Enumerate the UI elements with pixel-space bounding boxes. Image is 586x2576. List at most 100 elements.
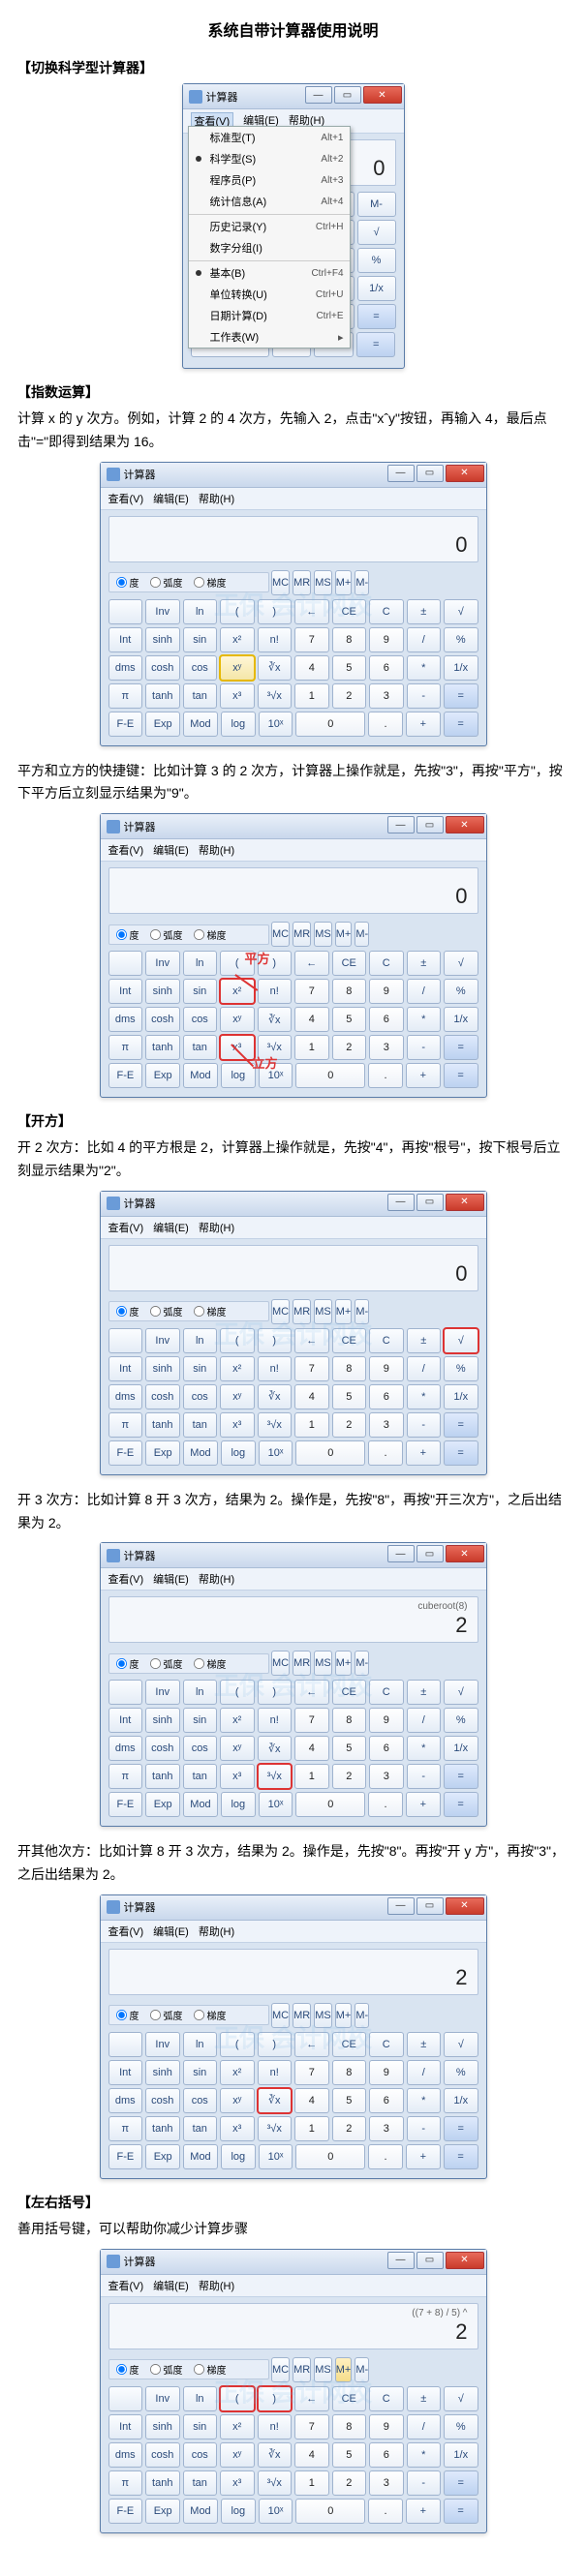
key-←[interactable]: ← [294, 599, 329, 624]
key-sinh[interactable]: sinh [145, 627, 180, 652]
key-([interactable]: ( [220, 2386, 255, 2411]
maximize-button[interactable]: ▭ [416, 816, 444, 833]
key-mr[interactable]: MR [293, 2357, 311, 2382]
key-tan[interactable]: tan [183, 1764, 218, 1789]
key-eq[interactable]: = [444, 2499, 478, 2524]
key-xʸ[interactable]: xʸ [220, 1007, 255, 1032]
key-log[interactable]: log [221, 1792, 256, 1817]
key-8[interactable]: 8 [332, 2060, 367, 2085]
key-)[interactable]: ) [258, 951, 293, 976]
key-%[interactable]: % [444, 2414, 478, 2440]
key-cosh[interactable]: cosh [145, 2088, 180, 2113]
key-2[interactable]: 2 [332, 683, 367, 709]
menu-help[interactable]: 帮助(H) [199, 1924, 234, 1939]
radio-grad[interactable]: 梯度 [193, 2008, 227, 2022]
key-log[interactable]: log [221, 1440, 256, 1466]
key-sin[interactable]: sin [183, 1356, 218, 1381]
key-4[interactable]: 4 [294, 1007, 329, 1032]
key-ln[interactable]: ln [183, 599, 218, 624]
key-3[interactable]: 3 [369, 2470, 404, 2496]
key-xʸ[interactable]: xʸ [220, 2088, 255, 2113]
key-3[interactable]: 3 [369, 683, 404, 709]
menu-item-grouping[interactable]: 数字分组(I) [189, 237, 350, 258]
key--[interactable]: - [407, 2470, 442, 2496]
key-sqrt[interactable]: √ [357, 220, 396, 245]
key-4[interactable]: 4 [294, 1736, 329, 1761]
key-sinh[interactable]: sinh [145, 1356, 180, 1381]
key-7[interactable]: 7 [294, 1356, 329, 1381]
key-*[interactable]: * [407, 1384, 442, 1409]
key-dms[interactable]: dms [108, 1736, 143, 1761]
key-n![interactable]: n! [258, 979, 293, 1004]
key-add[interactable]: + [406, 1792, 441, 1817]
key-2[interactable]: 2 [332, 1764, 367, 1789]
key-)[interactable]: ) [258, 599, 293, 624]
key-√[interactable]: √ [444, 1328, 478, 1353]
key-tanh[interactable]: tanh [145, 1764, 180, 1789]
minimize-button[interactable]: — [387, 816, 415, 833]
key-)[interactable]: ) [258, 2386, 293, 2411]
key-x²[interactable]: x² [220, 1356, 255, 1381]
key-ln[interactable]: ln [183, 1680, 218, 1705]
radio-deg[interactable]: 度 [115, 2008, 139, 2022]
key-dot[interactable]: . [368, 1063, 403, 1088]
key-add[interactable]: + [406, 712, 441, 737]
menu-view[interactable]: 查看(V) [108, 1924, 144, 1939]
key-tan[interactable]: tan [183, 1412, 218, 1438]
key-m-[interactable]: M- [355, 2003, 369, 2028]
key-dot[interactable]: . [368, 1440, 403, 1466]
key-mminus[interactable]: M- [357, 192, 396, 217]
minimize-button[interactable]: — [387, 1194, 415, 1211]
key-sin[interactable]: sin [183, 979, 218, 1004]
key-Int[interactable]: Int [108, 627, 143, 652]
key-10ˣ[interactable]: 10ˣ [259, 2144, 293, 2169]
key-6[interactable]: 6 [369, 1384, 404, 1409]
key-1/x[interactable]: 1/x [444, 2442, 478, 2468]
key-m-[interactable]: M- [355, 1651, 369, 1676]
key-CE[interactable]: CE [332, 2386, 367, 2411]
radio-rad[interactable]: 弧度 [149, 575, 183, 590]
key-5[interactable]: 5 [332, 1007, 367, 1032]
key-6[interactable]: 6 [369, 1736, 404, 1761]
key-%[interactable]: % [444, 1708, 478, 1733]
key-1[interactable]: 1 [294, 683, 329, 709]
minimize-button[interactable]: — [305, 86, 332, 104]
key-0[interactable]: 0 [295, 1792, 365, 1817]
key-7[interactable]: 7 [294, 2060, 329, 2085]
key-³√x[interactable]: ³√x [258, 1764, 293, 1789]
key-mr[interactable]: MR [293, 570, 311, 595]
key-0[interactable]: 0 [295, 2499, 365, 2524]
key-F-E[interactable]: F-E [108, 2499, 143, 2524]
key-recip[interactable]: 1/x [357, 276, 396, 301]
key-mc[interactable]: MC [271, 2357, 290, 2382]
key-*[interactable]: * [407, 1736, 442, 1761]
menu-view[interactable]: 查看(V) [108, 842, 144, 858]
key-)[interactable]: ) [258, 1328, 293, 1353]
key-F-E[interactable]: F-E [108, 2144, 143, 2169]
key-%[interactable]: % [444, 627, 478, 652]
key-mr[interactable]: MR [293, 1299, 311, 1324]
menu-item-history[interactable]: 历史记录(Y)Ctrl+H [189, 214, 350, 237]
key-←[interactable]: ← [294, 2386, 329, 2411]
maximize-button[interactable]: ▭ [416, 465, 444, 482]
key-π[interactable]: π [108, 1035, 143, 1060]
key-4[interactable]: 4 [294, 1384, 329, 1409]
close-button[interactable]: ✕ [446, 1194, 484, 1211]
minimize-button[interactable]: — [387, 2252, 415, 2269]
key-x²[interactable]: x² [220, 2060, 255, 2085]
key-sin[interactable]: sin [183, 1708, 218, 1733]
key-tanh[interactable]: tanh [145, 1035, 180, 1060]
key-sinh[interactable]: sinh [145, 979, 180, 1004]
key-sin[interactable]: sin [183, 2060, 218, 2085]
key-±[interactable]: ± [407, 2386, 442, 2411]
menu-item-stats[interactable]: 统计信息(A)Alt+4 [189, 191, 350, 212]
key-cos[interactable]: cos [183, 1007, 218, 1032]
menu-edit[interactable]: 编辑(E) [153, 1220, 189, 1235]
radio-rad[interactable]: 弧度 [149, 2008, 183, 2022]
key-x³[interactable]: x³ [220, 2470, 255, 2496]
key-cos[interactable]: cos [183, 2088, 218, 2113]
key-([interactable]: ( [220, 951, 255, 976]
radio-grad[interactable]: 梯度 [193, 927, 227, 942]
menu-view[interactable]: 查看(V) [108, 1220, 144, 1235]
key-%[interactable]: % [444, 979, 478, 1004]
